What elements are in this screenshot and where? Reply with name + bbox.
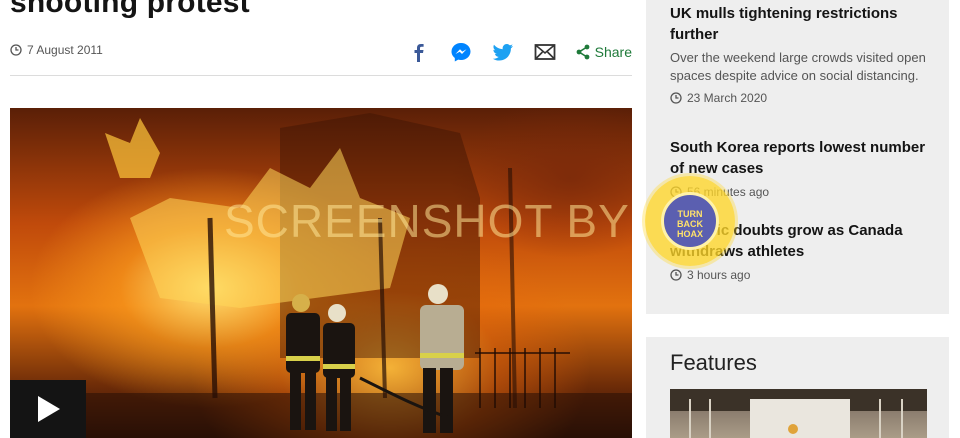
story-time: 3 hours ago [670,268,940,282]
play-button[interactable] [10,380,86,438]
story-summary: Over the weekend large crowds visited op… [670,50,926,83]
article-date: 7 August 2011 [10,43,103,57]
play-icon [38,396,60,422]
seal-text: TURN BACK HOAX [676,209,703,239]
messenger-icon[interactable] [449,41,473,63]
article-meta: 7 August 2011 Share [10,41,632,63]
features-panel: Features [646,337,949,438]
share-button[interactable]: Share [575,44,632,60]
email-icon[interactable] [533,41,557,63]
share-label: Share [594,44,632,60]
article-date-text: 7 August 2011 [27,43,103,57]
feature-image [670,389,927,438]
turnbackhoax-seal: TURN BACK HOAX [645,176,735,266]
story-time-text: 23 March 2020 [687,91,768,105]
twitter-icon[interactable] [491,41,515,63]
hero-image[interactable]: SCREENSHOT BY [10,108,632,438]
share-bar: Share [389,41,632,63]
article-headline: shooting protest [10,0,250,19]
story-title[interactable]: South Korea reports lowest number of new… [670,137,940,179]
screenshot-watermark: SCREENSHOT BY [224,195,630,247]
story-item[interactable]: UK mulls tightening restrictions further… [670,3,940,105]
story-time: 23 March 2020 [670,91,940,105]
fire-scene [10,113,632,438]
seal-center: TURN BACK HOAX [661,192,719,250]
story-time-text: 3 hours ago [687,268,751,282]
features-heading: Features [670,350,757,375]
share-icon [576,44,590,60]
article-divider [10,75,632,76]
story-title[interactable]: UK mulls tightening restrictions further [670,3,940,45]
clock-icon [10,44,22,56]
facebook-icon[interactable] [407,41,431,63]
feature-thumbnail[interactable] [670,389,927,438]
clock-icon [670,269,682,281]
clock-icon [670,92,682,104]
top-stories-panel: UK mulls tightening restrictions further… [646,0,949,314]
